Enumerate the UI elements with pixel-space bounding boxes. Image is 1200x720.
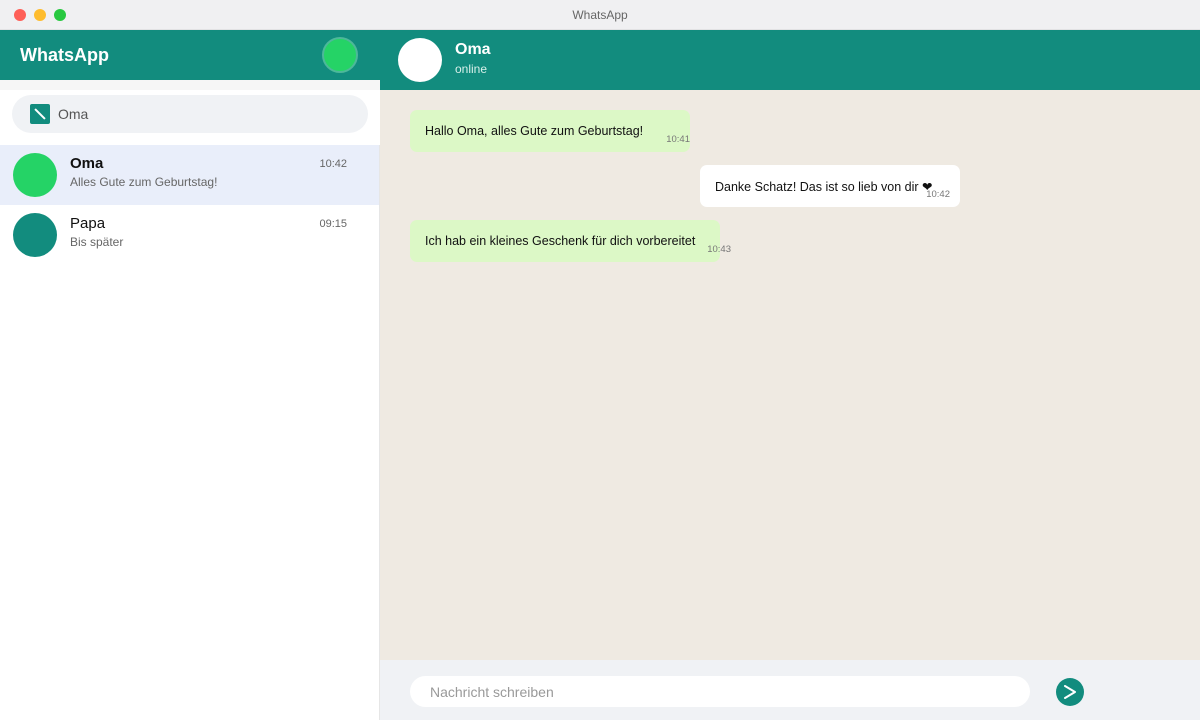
message-time: 10:41 <box>666 134 690 145</box>
window-titlebar: WhatsApp <box>0 0 1200 30</box>
contact-name: Oma <box>455 41 491 58</box>
profile-avatar[interactable] <box>322 37 358 73</box>
sidebar-header: WhatsApp <box>0 30 380 80</box>
message-time: 10:43 <box>707 244 731 255</box>
message-composer <box>380 660 1200 720</box>
chat-name: Oma <box>70 155 104 172</box>
chat-item-papa[interactable]: Papa 09:15 Bis später <box>0 205 379 265</box>
avatar <box>13 153 57 197</box>
chat-name: Papa <box>70 215 106 232</box>
search-box[interactable] <box>12 95 368 133</box>
message-bubble: Danke Schatz! Das ist so lieb von dir ❤ … <box>700 165 960 207</box>
chat-preview: Bis später <box>70 235 124 249</box>
message-text: Danke Schatz! Das ist so lieb von dir ❤ <box>715 180 933 194</box>
message-text: Hallo Oma, alles Gute zum Geburtstag! <box>425 124 644 138</box>
chat-pane: Oma online Hallo Oma, alles Gute zum Geb… <box>380 30 1200 720</box>
send-icon <box>1064 685 1076 699</box>
app-title: WhatsApp <box>20 45 109 65</box>
avatar <box>13 213 57 257</box>
message-bubble: Hallo Oma, alles Gute zum Geburtstag! 10… <box>410 110 690 152</box>
message-list: Hallo Oma, alles Gute zum Geburtstag! 10… <box>380 90 1200 660</box>
chat-time: 09:15 <box>319 218 347 230</box>
send-button[interactable] <box>1056 678 1084 706</box>
chat-header[interactable]: Oma online <box>380 30 1200 90</box>
message-bubble: Ich hab ein kleines Geschenk für dich vo… <box>410 220 731 262</box>
message-input[interactable] <box>410 676 1030 707</box>
window-title: WhatsApp <box>572 8 628 22</box>
contact-status: online <box>455 62 488 76</box>
search-area <box>0 80 380 145</box>
contact-avatar[interactable] <box>398 38 442 82</box>
search-input[interactable] <box>58 103 348 125</box>
sidebar: WhatsApp Oma 10:42 Alles Gute zum Geburt… <box>0 30 380 720</box>
chat-time: 10:42 <box>319 158 347 170</box>
chat-list: Oma 10:42 Alles Gute zum Geburtstag! Pap… <box>0 145 379 265</box>
search-icon <box>30 104 50 124</box>
chat-item-oma[interactable]: Oma 10:42 Alles Gute zum Geburtstag! <box>0 145 379 205</box>
chat-preview: Alles Gute zum Geburtstag! <box>70 175 218 189</box>
message-time: 10:42 <box>926 189 950 200</box>
message-text: Ich hab ein kleines Geschenk für dich vo… <box>425 234 696 248</box>
